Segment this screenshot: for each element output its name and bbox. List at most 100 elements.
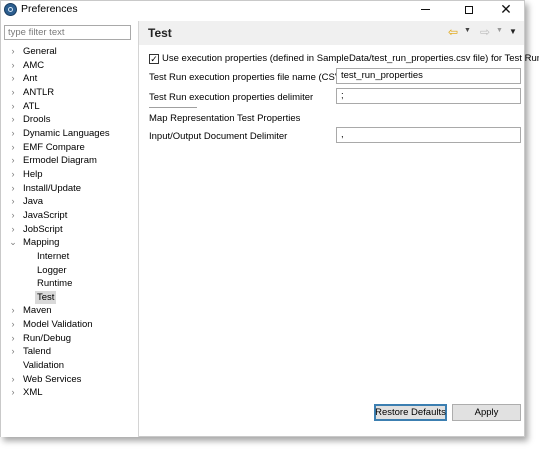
chevron-down-icon[interactable]: ⌄ — [9, 236, 17, 250]
tree-item-label: Install/Update — [23, 182, 82, 194]
tree-item[interactable]: ⌄ Mapping — [1, 236, 137, 250]
window-title: Preferences — [21, 3, 78, 15]
tree-item[interactable]: › Maven — [1, 304, 137, 318]
eclipse-icon — [4, 3, 17, 16]
page-title: Test — [148, 26, 172, 40]
tree-item-label: AMC — [23, 59, 45, 71]
page-header: Test ⇦ ▼ ⇨ ▼ ▼ — [139, 21, 524, 45]
chevron-right-icon[interactable]: › — [9, 100, 17, 114]
tree-item[interactable]: › Dynamic Languages — [1, 127, 137, 141]
chevron-right-icon[interactable]: › — [9, 386, 17, 400]
io-delimiter-field[interactable]: , — [336, 127, 521, 143]
file-name-label: Test Run execution properties file name … — [149, 72, 345, 83]
tree-item-label: Test — [35, 290, 57, 305]
tree-item[interactable]: › Ant — [1, 72, 137, 86]
chevron-right-icon[interactable]: › — [9, 332, 17, 346]
chevron-right-icon[interactable]: › — [9, 345, 17, 359]
chevron-right-icon[interactable]: › — [9, 59, 17, 73]
chevron-right-icon[interactable]: › — [9, 127, 17, 141]
tree-item[interactable]: › Install/Update — [1, 182, 137, 196]
tree-item-label: Logger — [37, 264, 67, 276]
maximize-icon — [465, 5, 473, 14]
tree-item[interactable]: Validation — [1, 359, 137, 373]
chevron-right-icon[interactable]: › — [9, 318, 17, 332]
view-menu-icon[interactable]: ▼ — [509, 27, 517, 36]
tree-item[interactable]: › ATL — [1, 100, 137, 114]
tree-item-label: Web Services — [23, 373, 82, 385]
use-exec-props-label: Use execution properties (defined in Sam… — [162, 53, 539, 64]
tree-item[interactable]: Runtime — [1, 277, 137, 291]
chevron-right-icon[interactable]: › — [9, 141, 17, 155]
tree-item[interactable]: Test — [1, 290, 137, 305]
tree-item[interactable]: › Web Services — [1, 373, 137, 387]
tree-item-label: ANTLR — [23, 86, 55, 98]
tree-item-label: Ant — [23, 73, 38, 85]
delimiter-field[interactable]: ; — [336, 88, 521, 104]
file-name-field[interactable]: test_run_properties — [336, 68, 521, 84]
tree-item[interactable]: Internet — [1, 250, 137, 264]
map-section-label: Map Representation Test Properties — [149, 113, 301, 124]
maximize-button[interactable] — [452, 1, 486, 19]
tree-item-label: Maven — [23, 305, 52, 317]
minimize-button[interactable] — [408, 1, 442, 19]
tree-item[interactable]: › Run/Debug — [1, 332, 137, 346]
tree-item-label: Mapping — [23, 237, 60, 249]
chevron-right-icon[interactable]: › — [9, 113, 17, 127]
tree-item-label: Model Validation — [23, 319, 93, 331]
tree-item-label: JavaScript — [23, 209, 68, 221]
tree-item-label: JobScript — [23, 223, 63, 235]
tree-item[interactable]: › XML — [1, 386, 137, 400]
delimiter-label: Test Run execution properties delimiter — [149, 92, 314, 103]
chevron-right-icon[interactable]: › — [9, 72, 17, 86]
chevron-right-icon[interactable]: › — [9, 304, 17, 318]
tree-item-label: General — [23, 46, 57, 57]
chevron-right-icon[interactable]: › — [9, 45, 17, 59]
tree-item-label: Run/Debug — [23, 332, 72, 344]
apply-button[interactable]: Apply — [452, 404, 521, 421]
tree-item[interactable]: › Java — [1, 195, 137, 209]
tree-item[interactable]: › EMF Compare — [1, 141, 137, 155]
chevron-right-icon[interactable]: › — [9, 86, 17, 100]
chevron-right-icon[interactable]: › — [9, 182, 17, 196]
chevron-right-icon[interactable]: › — [9, 195, 17, 209]
tree-item-label: Dynamic Languages — [23, 127, 110, 139]
title-bar: Preferences ✕ — [1, 1, 524, 19]
forward-arrow-icon[interactable]: ⇨ — [480, 25, 490, 39]
close-icon: ✕ — [500, 1, 512, 17]
chevron-right-icon[interactable]: › — [9, 154, 17, 168]
chevron-right-icon[interactable]: › — [9, 373, 17, 387]
tree-item[interactable]: › ANTLR — [1, 86, 137, 100]
tree-item-label: Help — [23, 168, 43, 180]
tree-item[interactable]: › Ermodel Diagram — [1, 154, 137, 168]
tree-item[interactable]: › General — [1, 45, 137, 59]
preferences-window: Preferences ✕ › General › AMC › Ant › ANTLR › ATL… — [0, 0, 539, 437]
use-exec-props-option[interactable]: ✓ Use execution properties (defined in Sa… — [149, 53, 539, 64]
filter-input[interactable] — [4, 25, 131, 40]
tree-item[interactable]: › Drools — [1, 113, 137, 127]
use-exec-props-checkbox[interactable]: ✓ — [149, 54, 159, 64]
tree-item-label: Internet — [37, 250, 70, 262]
chevron-right-icon[interactable]: › — [9, 209, 17, 223]
back-arrow-icon[interactable]: ⇦ — [448, 25, 458, 39]
tree-item[interactable]: › AMC — [1, 59, 137, 73]
io-delimiter-label: Input/Output Document Delimiter — [149, 131, 288, 142]
tree-item-label: Drools — [23, 114, 51, 126]
tree-item-label: EMF Compare — [23, 141, 85, 153]
preference-page: Test ⇦ ▼ ⇨ ▼ ▼ ✓ Use execution properties… — [139, 21, 539, 437]
restore-defaults-button[interactable]: Restore Defaults — [374, 404, 447, 421]
tree-item[interactable]: › Talend — [1, 345, 137, 359]
tree-item[interactable]: › JobScript — [1, 223, 137, 237]
tree-item[interactable]: › Model Validation — [1, 318, 137, 332]
tree-item[interactable]: › Help — [1, 168, 137, 182]
forward-dropdown-icon[interactable]: ▼ — [496, 27, 503, 34]
chevron-right-icon[interactable]: › — [9, 168, 17, 182]
tree-item-label: Validation — [23, 360, 65, 372]
chevron-right-icon[interactable]: › — [9, 223, 17, 237]
tree-item[interactable]: Logger — [1, 264, 137, 278]
tree-item[interactable]: › JavaScript — [1, 209, 137, 223]
back-dropdown-icon[interactable]: ▼ — [464, 27, 471, 34]
tree-item-label: XML — [23, 387, 43, 399]
close-button[interactable]: ✕ — [489, 1, 523, 19]
tree-item-label: ATL — [23, 100, 40, 112]
section-separator — [149, 107, 197, 108]
